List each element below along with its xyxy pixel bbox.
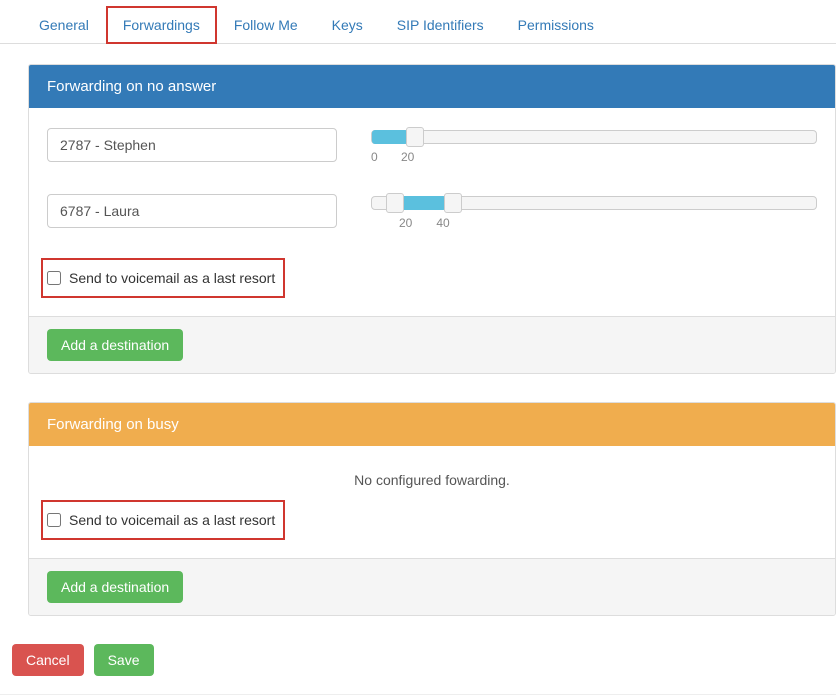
- voicemail-label: Send to voicemail as a last resort: [69, 270, 275, 286]
- slider-label-end: 20: [401, 150, 414, 164]
- cancel-button[interactable]: Cancel: [12, 644, 84, 676]
- slider-label-start: 0: [371, 150, 377, 164]
- voicemail-checkbox[interactable]: [47, 271, 61, 285]
- voicemail-checkbox-row: Send to voicemail as a last resort: [43, 502, 283, 538]
- time-slider[interactable]: [371, 130, 817, 144]
- slider-label-start: 20: [399, 216, 412, 230]
- panel-busy: Forwarding on busy No configured fowardi…: [28, 402, 836, 616]
- time-slider[interactable]: [371, 196, 817, 210]
- destination-row: 20 40: [47, 194, 817, 230]
- add-destination-button[interactable]: Add a destination: [47, 329, 183, 361]
- tab-sip-identifiers[interactable]: SIP Identifiers: [380, 6, 501, 44]
- panel-no-answer: Forwarding on no answer 0 20: [28, 64, 836, 374]
- tab-forwardings[interactable]: Forwardings: [106, 6, 217, 44]
- tab-keys[interactable]: Keys: [315, 6, 380, 44]
- destination-input[interactable]: [47, 194, 337, 228]
- destination-input[interactable]: [47, 128, 337, 162]
- save-button[interactable]: Save: [94, 644, 154, 676]
- voicemail-label: Send to voicemail as a last resort: [69, 512, 275, 528]
- destination-row: 0 20: [47, 128, 817, 164]
- panel-no-answer-header: Forwarding on no answer: [29, 65, 835, 108]
- tabs: General Forwardings Follow Me Keys SIP I…: [0, 0, 836, 44]
- tab-general[interactable]: General: [22, 6, 106, 44]
- slider-label-end: 40: [436, 216, 449, 230]
- tab-permissions[interactable]: Permissions: [501, 6, 611, 44]
- voicemail-checkbox[interactable]: [47, 513, 61, 527]
- voicemail-checkbox-row: Send to voicemail as a last resort: [43, 260, 283, 296]
- tab-follow-me[interactable]: Follow Me: [217, 6, 315, 44]
- no-forwarding-message: No configured fowarding.: [47, 466, 817, 502]
- add-destination-button[interactable]: Add a destination: [47, 571, 183, 603]
- form-actions: Cancel Save: [0, 644, 836, 676]
- panel-busy-header: Forwarding on busy: [29, 403, 835, 446]
